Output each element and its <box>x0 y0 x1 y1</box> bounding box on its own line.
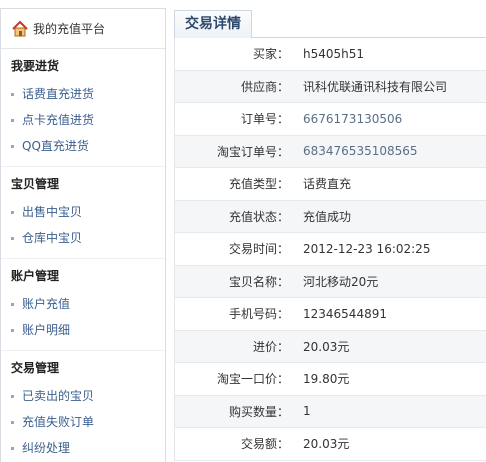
nav-item-qq-recharge[interactable]: QQ直充进货 <box>11 133 165 159</box>
section-title: 交易管理 <box>11 361 60 375</box>
detail-value: 河北移动20元 <box>303 274 379 289</box>
detail-row-taobao-price: 淘宝一口价： 19.80元 <box>175 363 486 396</box>
detail-value: 话费直充 <box>303 177 352 192</box>
detail-row-item-name: 宝贝名称： 河北移动20元 <box>175 265 486 298</box>
detail-row-recharge-status: 充值状态： 充值成功 <box>175 200 486 233</box>
nav-item-label: 话费直充进货 <box>22 87 95 101</box>
detail-row-recharge-type: 充值类型： 话费直充 <box>175 168 486 201</box>
detail-value: 讯科优联通讯科技有限公司 <box>303 79 448 94</box>
sidebar-header-label: 我的充值平台 <box>33 22 106 36</box>
section-goods: 宝贝管理 出售中宝贝 仓库中宝贝 <box>1 169 165 259</box>
detail-label: 手机号码： <box>228 307 289 322</box>
detail-label: 充值类型： <box>228 177 289 192</box>
home-icon <box>11 20 29 38</box>
bullet-icon <box>11 394 14 398</box>
detail-value: 20.03元 <box>303 339 350 354</box>
detail-row-order-id: 订单号： 6676173130506 <box>175 103 486 136</box>
detail-table: 买家： h5405h51 供应商： 讯科优联通讯科技有限公司 订单号： 6676173… <box>174 38 486 461</box>
nav-item-label: 出售中宝贝 <box>22 205 83 219</box>
detail-row-buyer: 买家： h5405h51 <box>175 38 486 71</box>
nav-item-account-recharge[interactable]: 账户充值 <box>11 291 165 317</box>
nav-item-warehouse[interactable]: 仓库中宝贝 <box>11 225 165 251</box>
detail-value: 683476535108565 <box>303 144 418 159</box>
detail-row-cost: 进价： 20.03元 <box>175 330 486 363</box>
bullet-icon <box>11 446 14 450</box>
detail-value: 20.03元 <box>303 437 350 452</box>
detail-label: 充值状态： <box>228 209 289 224</box>
nav-item-card-recharge[interactable]: 点卡充值进货 <box>11 107 165 133</box>
nav-item-label: 仓库中宝贝 <box>22 231 83 245</box>
detail-row-taobao-order-id: 淘宝订单号： 683476535108565 <box>175 135 486 168</box>
detail-value: 19.80元 <box>303 372 350 387</box>
detail-value: 12346544891 <box>303 306 387 321</box>
bullet-icon <box>11 144 14 148</box>
nav-item-failed-orders[interactable]: 充值失败订单 <box>11 409 165 435</box>
detail-label: 进价： <box>252 339 289 354</box>
nav-item-label: 账户充值 <box>22 297 71 311</box>
detail-value: 充值成功 <box>303 209 352 224</box>
section-purchase: 我要进货 话费直充进货 点卡充值进货 QQ直充进货 <box>1 51 165 167</box>
nav-item-label: 点卡充值进货 <box>22 113 95 127</box>
nav-item-label: 已卖出的宝贝 <box>22 389 95 403</box>
tab-bar: 交易详情 <box>174 8 486 39</box>
bullet-icon <box>11 92 14 96</box>
main-panel: 交易详情 买家： h5405h51 供应商： 讯科优联通讯科技有限公司 订单号： 66… <box>174 8 486 462</box>
sidebar-header[interactable]: 我的充值平台 <box>1 9 165 49</box>
nav-item-disputes[interactable]: 纠纷处理 <box>11 435 165 461</box>
nav-item-label: 账户明细 <box>22 323 71 337</box>
bullet-icon <box>11 210 14 214</box>
section-title: 账户管理 <box>11 269 60 283</box>
detail-label: 淘宝订单号： <box>216 144 289 159</box>
nav-item-account-detail[interactable]: 账户明细 <box>11 317 165 343</box>
divider <box>1 343 165 351</box>
section-account: 账户管理 账户充值 账户明细 <box>1 261 165 351</box>
section-trade: 交易管理 已卖出的宝贝 充值失败订单 纠纷处理 <box>1 353 165 461</box>
detail-value: h5405h51 <box>303 46 365 61</box>
section-title: 我要进货 <box>11 59 60 73</box>
detail-row-trade-time: 交易时间： 2012-12-23 16:02:25 <box>175 233 486 266</box>
section-title: 宝贝管理 <box>11 177 60 191</box>
detail-label: 交易时间： <box>228 242 289 257</box>
detail-row-supplier: 供应商： 讯科优联通讯科技有限公司 <box>175 70 486 103</box>
detail-label: 交易额： <box>240 437 289 452</box>
detail-label: 订单号： <box>240 112 289 127</box>
nav-item-phone-recharge[interactable]: 话费直充进货 <box>11 81 165 107</box>
sidebar: 我的充值平台 我要进货 话费直充进货 点卡充值进货 QQ直充进货 宝贝管理 出售… <box>0 8 166 462</box>
bullet-icon <box>11 118 14 122</box>
detail-label: 宝贝名称： <box>228 274 289 289</box>
nav-item-label: 充值失败订单 <box>22 415 95 429</box>
nav-item-label: QQ直充进货 <box>22 139 89 153</box>
detail-row-amount: 交易额： 20.03元 <box>175 428 486 461</box>
detail-label: 供应商： <box>240 79 289 94</box>
nav-item-on-sale[interactable]: 出售中宝贝 <box>11 199 165 225</box>
detail-value: 6676173130506 <box>303 111 403 126</box>
bullet-icon <box>11 420 14 424</box>
tab-trade-detail[interactable]: 交易详情 <box>174 10 252 39</box>
detail-row-quantity: 购买数量： 1 <box>175 395 486 428</box>
nav-item-label: 纠纷处理 <box>22 441 71 455</box>
detail-label: 买家： <box>252 47 289 62</box>
bullet-icon <box>11 328 14 332</box>
nav-item-sold[interactable]: 已卖出的宝贝 <box>11 383 165 409</box>
bullet-icon <box>11 236 14 240</box>
detail-value: 2012-12-23 16:02:25 <box>303 241 431 256</box>
detail-row-phone: 手机号码： 12346544891 <box>175 298 486 331</box>
divider <box>1 251 165 259</box>
divider <box>1 159 165 167</box>
bullet-icon <box>11 302 14 306</box>
detail-value: 1 <box>303 404 311 419</box>
detail-label: 购买数量： <box>228 404 289 419</box>
detail-label: 淘宝一口价： <box>216 372 289 387</box>
